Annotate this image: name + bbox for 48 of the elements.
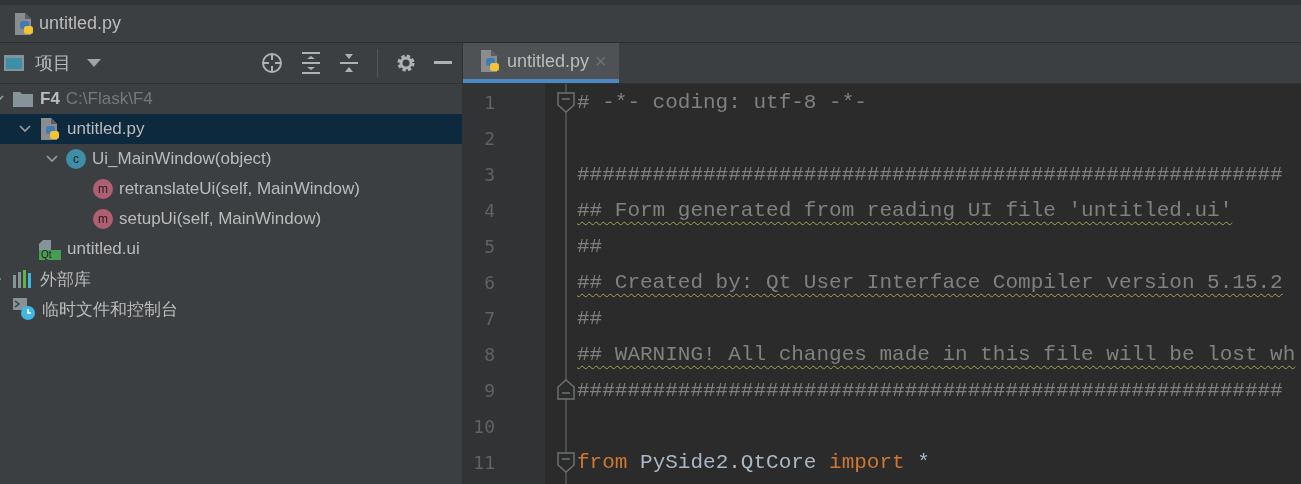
collapse-all-icon[interactable]	[339, 52, 359, 74]
code-line: ## WARNING! All changes made in this file will be lost wh	[577, 341, 1296, 368]
tree-item-label: untitled.ui	[67, 239, 140, 259]
python-file-icon	[39, 117, 61, 141]
code-line: ##	[577, 234, 603, 258]
class-badge: c	[66, 149, 86, 169]
fold-marker-icon[interactable]	[556, 451, 576, 473]
tree-item-label: setupUi(self, MainWindow)	[119, 209, 322, 229]
python-file-icon	[13, 11, 35, 36]
python-file-icon	[479, 49, 501, 73]
method-badge: m	[93, 209, 113, 229]
tree-item[interactable]: c Ui_MainWindow(object)	[0, 144, 462, 174]
tree-item-label: Ui_MainWindow(object)	[92, 149, 272, 169]
tree-item[interactable]: m setupUi(self, MainWindow)	[0, 204, 462, 234]
folder-icon	[12, 90, 34, 108]
panel-title[interactable]: 项目	[35, 51, 71, 75]
fold-marker-icon[interactable]	[556, 91, 576, 113]
code-line: ## Form generated from reading UI file 'untitled.ui'	[577, 197, 1233, 224]
tree-item-label: F4	[40, 89, 60, 109]
settings-icon[interactable]	[396, 53, 416, 73]
tree-item[interactable]: F4 C:\Flask\F4	[0, 84, 462, 114]
tree-item[interactable]: Qt untitled.ui	[0, 234, 462, 264]
tree-item[interactable]: 外部库	[0, 264, 462, 294]
window-icon	[3, 54, 25, 72]
code-line: # -*- coding: utf-8 -*-	[577, 90, 867, 114]
tree-item-label: 临时文件和控制台	[42, 298, 178, 321]
code-line: ## Created by: Qt User Interface Compiler version 5.15.2	[577, 269, 1283, 296]
tree-item[interactable]: m retranslateUi(self, MainWindow)	[0, 174, 462, 204]
code-line: ##	[577, 306, 603, 330]
minimize-icon[interactable]	[434, 61, 452, 65]
tree-item-label: retranslateUi(self, MainWindow)	[119, 179, 360, 199]
breadcrumb-file[interactable]: untitled.py	[39, 13, 122, 34]
caret-icon[interactable]	[87, 59, 101, 67]
console-clock-icon	[12, 297, 36, 321]
method-badge: m	[93, 179, 113, 199]
tree-item-label: untitled.py	[67, 119, 145, 139]
code-line: ########################################################	[577, 378, 1283, 402]
fold-end-icon[interactable]	[556, 379, 576, 401]
tree-item[interactable]: untitled.py	[0, 114, 462, 144]
tree-item[interactable]: 临时文件和控制台	[0, 294, 462, 324]
folder-path: C:\Flask\F4	[65, 89, 153, 109]
tree-item-label: 外部库	[40, 268, 91, 291]
crosshair-icon[interactable]	[261, 52, 283, 74]
code-line: from PySide2.QtCore import *	[577, 450, 930, 474]
editor-tab[interactable]: untitled.py ×	[463, 43, 619, 83]
bar-chart-icon	[12, 269, 34, 289]
expand-all-icon[interactable]	[301, 52, 321, 74]
code-line: ########################################################	[577, 162, 1283, 186]
